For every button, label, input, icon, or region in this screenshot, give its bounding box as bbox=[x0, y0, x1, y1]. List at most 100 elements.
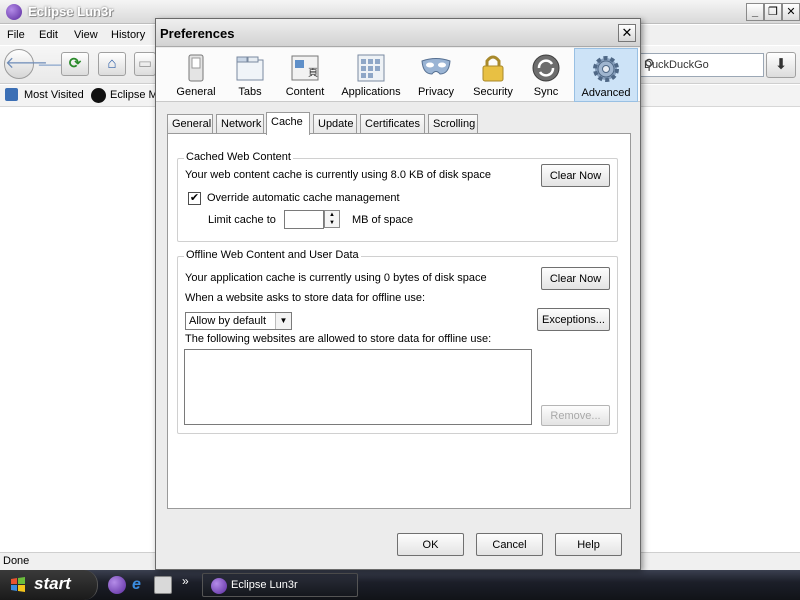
pane-privacy[interactable]: Privacy bbox=[414, 48, 458, 102]
bookmark-most-visited[interactable]: Most Visited bbox=[24, 89, 84, 101]
advanced-gear-icon bbox=[593, 56, 619, 82]
cached-web-content-group: Cached Web Content Your web content cach… bbox=[177, 151, 618, 242]
eclipse-bookmark-icon bbox=[91, 88, 106, 103]
cache-unit-label: MB of space bbox=[352, 214, 414, 226]
status-text: Done bbox=[3, 555, 30, 567]
back-button[interactable]: 🡐 bbox=[4, 49, 48, 79]
limit-cache-label: Limit cache to bbox=[208, 214, 276, 226]
exceptions-button[interactable]: Exceptions... bbox=[537, 308, 610, 331]
reload-icon: ⟳ bbox=[68, 55, 82, 72]
restore-button[interactable]: ❐ bbox=[764, 3, 782, 21]
app-cache-usage-text: Your application cache is currently usin… bbox=[185, 272, 487, 284]
bookmark-eclipse[interactable]: Eclipse M bbox=[110, 89, 158, 101]
minimize-button[interactable]: _ bbox=[746, 3, 764, 21]
pane-tabs[interactable]: Tabs bbox=[228, 48, 272, 102]
most-visited-icon bbox=[5, 88, 18, 101]
dialog-titlebar: Preferences ✕ bbox=[156, 19, 640, 47]
ok-button[interactable]: OK bbox=[397, 533, 464, 556]
sync-icon bbox=[532, 54, 560, 82]
pane-label: Applications bbox=[341, 86, 401, 98]
quicklaunch-overflow[interactable]: » bbox=[182, 574, 189, 588]
applications-icon bbox=[357, 54, 385, 82]
close-icon: ✕ bbox=[621, 25, 633, 40]
content-icon: 頁 bbox=[291, 55, 319, 81]
menu-file[interactable]: File bbox=[7, 29, 25, 41]
allowed-sites-list[interactable] bbox=[184, 349, 532, 425]
tab-network[interactable]: Network bbox=[216, 114, 264, 134]
quicklaunch-desktop-icon[interactable] bbox=[154, 576, 172, 594]
browser-title: Eclipse Lun3r bbox=[28, 4, 114, 19]
group-title: Offline Web Content and User Data bbox=[184, 249, 361, 261]
offline-content-group: Offline Web Content and User Data Your a… bbox=[177, 249, 618, 434]
pane-label: General bbox=[176, 86, 216, 98]
cache-size-input[interactable] bbox=[284, 210, 324, 229]
spinner-down-icon[interactable]: ▼ bbox=[325, 219, 339, 227]
pane-advanced[interactable]: Advanced bbox=[574, 48, 638, 102]
cache-size-spinner[interactable]: ▲ ▼ bbox=[324, 210, 340, 228]
cache-usage-text: Your web content cache is currently usin… bbox=[185, 169, 491, 181]
site-identity-button[interactable]: ▭ bbox=[134, 52, 156, 76]
downloads-button[interactable]: ⬇ bbox=[766, 52, 796, 78]
clear-cache-button[interactable]: Clear Now bbox=[541, 164, 610, 187]
svg-text:頁: 頁 bbox=[308, 67, 318, 79]
clear-offline-button[interactable]: Clear Now bbox=[541, 267, 610, 290]
general-switch-icon bbox=[188, 54, 204, 82]
dialog-close-button[interactable]: ✕ bbox=[618, 24, 636, 42]
quicklaunch-ie-icon[interactable]: e bbox=[132, 576, 150, 594]
pane-content[interactable]: 頁 Content bbox=[277, 48, 333, 102]
taskbar-item-eclipse[interactable]: Eclipse Lun3r bbox=[202, 573, 358, 597]
home-icon: ⌂ bbox=[107, 55, 117, 72]
preferences-dialog: Preferences ✕ General Tabs 頁 Content App… bbox=[155, 18, 641, 570]
pane-label: Privacy bbox=[417, 86, 455, 98]
reload-button[interactable]: ⟳ bbox=[61, 52, 89, 76]
preference-pane-bar: General Tabs 頁 Content Applications Priv… bbox=[156, 48, 640, 102]
tab-cache[interactable]: Cache bbox=[266, 112, 310, 135]
tab-scrolling[interactable]: Scrolling bbox=[428, 114, 478, 134]
dialog-title: Preferences bbox=[160, 26, 235, 41]
privacy-mask-icon bbox=[421, 58, 451, 75]
quicklaunch-eclipse-icon[interactable] bbox=[108, 576, 126, 594]
security-lock-icon bbox=[482, 55, 504, 82]
menu-edit[interactable]: Edit bbox=[39, 29, 58, 41]
help-button[interactable]: Help bbox=[555, 533, 622, 556]
spinner-up-icon[interactable]: ▲ bbox=[325, 211, 339, 219]
menu-view[interactable]: View bbox=[74, 29, 98, 41]
tab-certificates[interactable]: Certificates bbox=[360, 114, 425, 134]
tab-update[interactable]: Update bbox=[313, 114, 357, 134]
home-button[interactable]: ⌂ bbox=[98, 52, 126, 76]
offline-policy-value: Allow by default bbox=[189, 315, 267, 327]
pane-applications[interactable]: Applications bbox=[338, 48, 404, 102]
override-cache-label: Override automatic cache management bbox=[207, 192, 400, 204]
pane-label: Sync bbox=[533, 86, 559, 98]
eclipse-task-icon bbox=[211, 578, 227, 594]
menu-history[interactable]: History bbox=[111, 29, 145, 41]
pane-sync[interactable]: Sync bbox=[522, 48, 570, 102]
pane-label: Security bbox=[473, 86, 513, 98]
chevron-down-icon: ▼ bbox=[275, 313, 291, 329]
offline-policy-select[interactable]: Allow by default ▼ bbox=[185, 312, 292, 330]
eclipse-app-icon bbox=[6, 4, 22, 20]
pane-label: Advanced bbox=[581, 87, 631, 99]
group-title: Cached Web Content bbox=[184, 151, 293, 163]
download-arrow-icon: ⬇ bbox=[774, 56, 788, 73]
pane-label: Content bbox=[285, 86, 325, 98]
close-window-button[interactable]: ✕ bbox=[782, 3, 800, 21]
search-magnifier-icon[interactable]: ⚲ bbox=[644, 56, 759, 73]
tab-general[interactable]: General bbox=[167, 114, 213, 134]
pane-general[interactable]: General bbox=[166, 48, 226, 102]
offline-ask-label: When a website asks to store data for of… bbox=[185, 292, 426, 304]
page-icon: ▭ bbox=[137, 55, 153, 72]
start-button[interactable]: start bbox=[0, 570, 98, 600]
tabs-icon bbox=[236, 56, 264, 81]
windows-flag-icon bbox=[11, 577, 25, 592]
search-input[interactable]: DuckDuckGo ⚲ bbox=[638, 53, 764, 77]
start-label: start bbox=[34, 574, 71, 593]
remove-site-button[interactable]: Remove... bbox=[541, 405, 610, 426]
override-cache-checkbox[interactable]: ✔ bbox=[188, 192, 201, 205]
allowed-sites-label: The following websites are allowed to st… bbox=[185, 333, 492, 345]
taskbar: start e » Eclipse Lun3r bbox=[0, 570, 800, 600]
pane-label: Tabs bbox=[238, 86, 262, 98]
cancel-button[interactable]: Cancel bbox=[476, 533, 543, 556]
taskbar-item-label: Eclipse Lun3r bbox=[231, 579, 298, 591]
pane-security[interactable]: Security bbox=[468, 48, 518, 102]
